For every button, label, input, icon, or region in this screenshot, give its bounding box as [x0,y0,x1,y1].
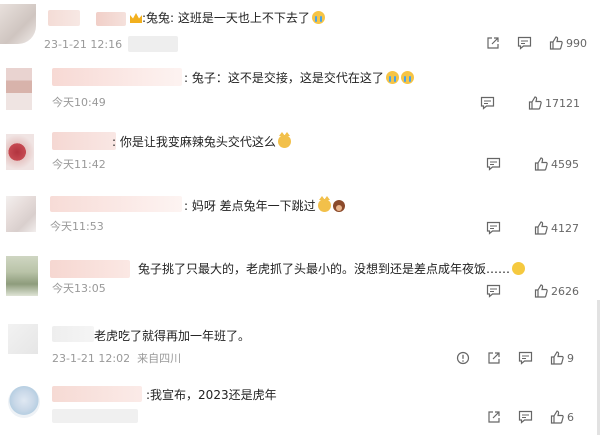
avatar[interactable] [8,386,40,418]
comment-5: 兔子挑了只最大的，老虎抓了头最小的。没想到还是差点成年夜饭…… 今天13:05 … [0,252,600,312]
comment-icon [518,351,533,365]
like-button[interactable]: 4127 [534,221,579,235]
avatar[interactable] [6,196,36,232]
comment-icon [486,284,501,298]
reply-button[interactable] [480,96,495,110]
reply-button[interactable] [486,284,501,298]
blurred-region [128,36,178,52]
comment-2: : 兔子：这不是交接，这是交代在这了 今天10:49 17121 [0,62,600,120]
avatar[interactable] [6,256,38,296]
thumbs-up-icon [528,96,542,110]
comment-4: : 妈呀 差点兔年一下跳过 今天11:53 4127 [0,190,600,248]
person-emoji-icon [332,200,345,212]
share-button[interactable] [486,36,500,50]
blurred-region [52,409,138,423]
cat-emoji-icon [317,196,331,212]
avatar[interactable] [0,4,36,44]
like-count: 9 [567,351,574,365]
comment-location: 来自四川 [137,352,182,365]
avatar[interactable] [8,324,38,354]
like-button[interactable]: 6 [550,410,574,424]
thumbs-up-icon [549,36,563,50]
comment-text: :我宣布，2023还是虎年 [146,388,277,402]
comment-time: 23-1-21 12:16 [44,38,123,51]
comment-time: 今天11:53 [50,220,104,233]
share-icon [488,352,500,364]
thumbs-up-icon [550,410,564,424]
like-count: 2626 [551,284,579,298]
reply-button[interactable] [518,351,533,365]
comment-text: : 你是让我变麻辣兔头交代这么 [112,132,291,150]
like-count: 4595 [551,157,579,171]
comment-time: 今天11:42 [52,158,106,171]
comment-icon [518,410,533,424]
crying-emoji-icon [400,71,414,84]
share-button[interactable] [487,410,501,424]
crying-emoji-icon [385,71,399,84]
comment-1: :兔兔: 这班是一天也上不下去了 23-1-21 12:16 990 [0,0,600,58]
like-count: 4127 [551,221,579,235]
like-button[interactable]: 4595 [534,157,579,171]
comment-3: : 你是让我变麻辣兔头交代这么 今天11:42 4595 [0,126,600,184]
username-blurred[interactable] [52,386,142,402]
comment-text: : 兔子：这不是交接，这是交代在这了 [184,70,414,86]
like-count: 990 [566,36,587,50]
report-button[interactable] [456,351,470,365]
comment-icon [517,36,532,50]
like-button[interactable]: 17121 [528,96,580,110]
thumbs-up-icon [550,351,564,365]
username-blurred[interactable] [52,68,182,86]
thumbs-up-icon [534,221,548,235]
reply-button[interactable] [486,157,501,171]
username-blurred[interactable] [52,132,116,150]
comment-time: 今天13:05 [52,282,106,295]
reply-button[interactable] [517,36,532,50]
comment-7: :我宣布，2023还是虎年 6 [0,378,600,435]
username-blurred[interactable] [52,326,94,342]
laughing-emoji-icon [512,262,526,275]
thumbs-up-icon [534,157,548,171]
share-button[interactable] [487,351,501,365]
share-icon [487,37,499,49]
crying-emoji-icon [311,11,325,24]
cat-emoji-icon [277,132,291,148]
share-icon [488,411,500,423]
comment-text: : 妈呀 差点兔年一下跳过 [184,196,345,214]
report-icon [456,351,470,365]
comment-text: 老虎吃了就得再加一年班了。 [94,329,251,343]
crown-icon [130,13,142,23]
thumbs-up-icon [534,284,548,298]
like-button[interactable]: 2626 [534,284,579,298]
comment-icon [486,221,501,235]
comment-text: 兔子挑了只最大的，老虎抓了头最小的。没想到还是差点成年夜饭…… [138,261,526,277]
like-button[interactable]: 9 [550,351,574,365]
like-count: 6 [567,410,574,424]
like-button[interactable]: 990 [549,36,587,50]
comment-time: 今天10:49 [52,96,106,109]
reply-button[interactable] [486,221,501,235]
username-blurred[interactable] [50,260,130,278]
comment-6: 老虎吃了就得再加一年班了。 23-1-21 12:02 来自四川 9 [0,318,600,374]
avatar[interactable] [6,68,32,110]
comment-text: :兔兔: 这班是一天也上不下去了 [130,10,325,26]
comment-icon [480,96,495,110]
reply-button[interactable] [518,410,533,424]
like-count: 17121 [545,96,580,110]
username-blurred[interactable] [96,12,126,26]
comment-time: 23-1-21 12:02 来自四川 [52,352,182,365]
username-blurred[interactable] [50,196,182,212]
avatar[interactable] [6,134,34,170]
comment-icon [486,157,501,171]
username-blurred[interactable] [48,10,80,26]
